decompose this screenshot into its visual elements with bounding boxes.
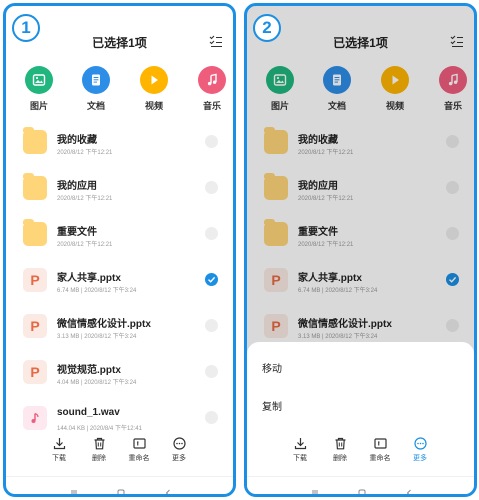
rename-icon — [119, 437, 159, 450]
category-document[interactable]: 文档 — [76, 66, 116, 112]
file-meta: 3.13 MB | 2020/8/12 下午3:24 — [57, 334, 137, 340]
toolbar-label: 重命名 — [369, 455, 391, 462]
category-label: 文档 — [86, 101, 105, 111]
file-meta: 6.74 MB | 2020/8/12 下午3:24 — [57, 288, 137, 294]
ppt-icon: P — [23, 360, 47, 384]
folder-icon — [23, 173, 47, 200]
list-item[interactable]: P 家人共享.pptx 6.74 MB | 2020/8/12 下午3:24 — [6, 261, 233, 305]
rename-icon — [360, 437, 400, 450]
toolbar-label: 重命名 — [128, 455, 150, 462]
image-icon — [25, 66, 53, 94]
category-video-play[interactable]: 视频 — [134, 66, 174, 112]
list-item[interactable]: 重要文件 2020/8/12 下午12:21 — [6, 215, 233, 259]
file-meta: 2020/8/12 下午12:21 — [57, 242, 113, 248]
download-icon — [39, 437, 79, 450]
file-name: 我的应用 — [57, 181, 97, 192]
audio-icon — [23, 406, 47, 430]
category-music-note[interactable]: 音乐 — [192, 66, 232, 112]
download-icon — [280, 437, 320, 450]
step-badge: 1 — [12, 14, 40, 42]
toolbar-label: 下载 — [52, 455, 66, 462]
list-item[interactable]: 我的收藏 2020/8/12 下午12:21 — [6, 123, 233, 167]
file-name: 微信情感化设计.pptx — [57, 319, 151, 330]
category-bar: 图片 文档 视频 音乐 — [6, 66, 233, 116]
list-item[interactable]: P 微信情感化设计.pptx 3.13 MB | 2020/8/12 下午3:24 — [6, 307, 233, 351]
more-icon — [159, 437, 199, 450]
select-checkbox[interactable] — [205, 365, 218, 378]
category-label: 音乐 — [202, 101, 221, 111]
select-checkbox[interactable] — [205, 273, 218, 286]
document-icon — [82, 66, 110, 94]
bottom-toolbar: 下载 删除 重命名 更多 — [247, 431, 474, 475]
sheet-item-move[interactable]: 移动 — [262, 360, 282, 375]
music-note-icon — [198, 66, 226, 94]
toolbar-label: 更多 — [413, 455, 427, 462]
file-name: 重要文件 — [57, 227, 97, 238]
page-title: 已选择1项 — [92, 36, 147, 50]
nav-menu-button[interactable] — [311, 484, 319, 494]
select-checkbox[interactable] — [205, 181, 218, 194]
nav-home-button[interactable] — [117, 484, 125, 494]
trash-icon — [79, 437, 119, 450]
folder-icon — [23, 219, 47, 246]
system-nav-bar — [247, 476, 474, 494]
file-meta: 2020/8/12 下午12:21 — [57, 150, 113, 156]
nav-home-button[interactable] — [358, 484, 366, 494]
category-label: 视频 — [144, 101, 163, 111]
select-all-icon[interactable] — [209, 34, 223, 48]
nav-back-button[interactable] — [164, 484, 172, 494]
toolbar-label: 删除 — [92, 455, 106, 462]
toolbar-more-button[interactable]: 更多 — [400, 437, 440, 463]
toolbar-download-button[interactable]: 下载 — [39, 437, 79, 463]
ppt-icon: P — [23, 268, 47, 292]
nav-back-button[interactable] — [405, 484, 413, 494]
toolbar-trash-button[interactable]: 删除 — [79, 437, 119, 463]
more-icon — [400, 437, 440, 450]
file-name: 我的收藏 — [57, 135, 97, 146]
select-checkbox[interactable] — [205, 411, 218, 424]
category-image[interactable]: 图片 — [19, 66, 59, 112]
category-label: 图片 — [29, 101, 48, 111]
toolbar-more-button[interactable]: 更多 — [159, 437, 199, 463]
file-meta: 2020/8/12 下午12:21 — [57, 196, 113, 202]
select-checkbox[interactable] — [205, 319, 218, 332]
select-checkbox[interactable] — [205, 135, 218, 148]
screen-2: 2 已选择1项 图片 文档 视频 音乐 我的收藏 2020/8/12 下午12:21 我的应用 2… — [244, 3, 477, 497]
toolbar-download-button[interactable]: 下载 — [280, 437, 320, 463]
file-meta: 4.04 MB | 2020/8/12 下午3:24 — [57, 380, 137, 386]
system-nav-bar — [6, 476, 233, 494]
bottom-toolbar: 下载 删除 重命名 更多 — [6, 431, 233, 475]
toolbar-trash-button[interactable]: 删除 — [320, 437, 360, 463]
video-play-icon — [140, 66, 168, 94]
list-item[interactable]: 我的应用 2020/8/12 下午12:21 — [6, 169, 233, 213]
trash-icon — [320, 437, 360, 450]
nav-menu-button[interactable] — [70, 484, 78, 494]
list-item[interactable]: P 视觉规范.pptx 4.04 MB | 2020/8/12 下午3:24 — [6, 353, 233, 397]
file-name: 视觉规范.pptx — [57, 365, 121, 376]
file-name: 家人共享.pptx — [57, 273, 121, 284]
folder-icon — [23, 127, 47, 154]
select-checkbox[interactable] — [205, 227, 218, 240]
step-badge: 2 — [253, 14, 281, 42]
ppt-icon: P — [23, 314, 47, 338]
sheet-item-copy[interactable]: 复制 — [262, 398, 282, 413]
file-name: sound_1.wav — [57, 407, 120, 418]
toolbar-label: 删除 — [333, 455, 347, 462]
screen-1: 1 已选择1项图片 文档 视频 音乐我的收藏 2020/8/12 下午12:21 我的应用 2… — [3, 3, 236, 497]
toolbar-label: 更多 — [172, 455, 186, 462]
toolbar-label: 下载 — [293, 455, 307, 462]
toolbar-rename-button[interactable]: 重命名 — [119, 437, 159, 463]
toolbar-rename-button[interactable]: 重命名 — [360, 437, 400, 463]
